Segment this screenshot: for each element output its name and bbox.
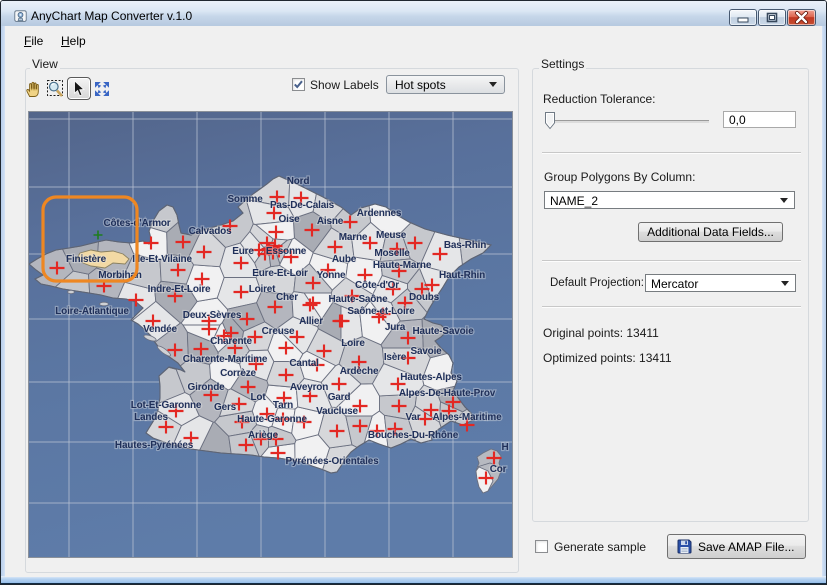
svg-text:Doubs: Doubs: [409, 292, 440, 303]
svg-text:Somme: Somme: [227, 194, 263, 205]
svg-text:Loiret: Loiret: [249, 284, 276, 295]
svg-text:Bas-Rhin: Bas-Rhin: [444, 240, 486, 251]
svg-text:Cantal: Cantal: [289, 358, 319, 369]
svg-text:Haute-Garonne: Haute-Garonne: [237, 414, 307, 425]
svg-text:Vaucluse: Vaucluse: [316, 406, 358, 417]
svg-text:Savoie: Savoie: [410, 346, 442, 357]
svg-text:Hautes-Alpes: Hautes-Alpes: [400, 372, 462, 383]
svg-text:Alpes-Maritime: Alpes-Maritime: [433, 412, 503, 423]
svg-text:Haute-Saône: Haute-Saône: [329, 294, 389, 305]
svg-text:Corrèze: Corrèze: [220, 368, 256, 379]
svg-text:Nord: Nord: [287, 176, 310, 187]
svg-text:Lot-Et-Garonne: Lot-Et-Garonne: [131, 400, 202, 411]
svg-text:Pas-De-Calais: Pas-De-Calais: [270, 200, 335, 211]
svg-text:Oise: Oise: [279, 214, 301, 225]
svg-text:Lot: Lot: [251, 392, 267, 403]
svg-text:Hautes-Pyrénées: Hautes-Pyrénées: [115, 440, 194, 451]
svg-text:Marne: Marne: [339, 232, 368, 243]
svg-text:Aisne: Aisne: [317, 216, 344, 227]
svg-text:Finistère: Finistère: [66, 254, 107, 265]
svg-text:Aveyron: Aveyron: [290, 382, 328, 393]
svg-text:Gers: Gers: [214, 402, 237, 413]
svg-text:Tarn: Tarn: [273, 400, 293, 411]
svg-text:Landes: Landes: [134, 412, 168, 423]
svg-text:Bouches-Du-Rhône: Bouches-Du-Rhône: [368, 430, 459, 441]
svg-text:Allier: Allier: [299, 316, 323, 327]
svg-text:Loire-Atlantique: Loire-Atlantique: [55, 306, 129, 317]
svg-text:Yonne: Yonne: [317, 270, 346, 281]
svg-text:Gard: Gard: [328, 392, 351, 403]
svg-text:Cher: Cher: [276, 292, 298, 303]
svg-text:Aube: Aube: [332, 254, 357, 265]
svg-text:Isère: Isère: [384, 352, 407, 363]
svg-text:Saône-et-Loire: Saône-et-Loire: [347, 306, 415, 317]
svg-text:Côte-d'Or: Côte-d'Or: [355, 280, 399, 291]
svg-text:Ariège: Ariège: [248, 430, 279, 441]
svg-text:Calvados: Calvados: [189, 226, 233, 237]
svg-text:Pyrénées-Orientales: Pyrénées-Orientales: [286, 456, 380, 467]
svg-text:Deux-Sèvres: Deux-Sèvres: [183, 310, 242, 321]
svg-text:Gironde: Gironde: [188, 382, 226, 393]
svg-text:Essonne: Essonne: [266, 246, 307, 257]
svg-text:Ille-Et-Vilaine: Ille-Et-Vilaine: [132, 254, 192, 265]
svg-text:Jura: Jura: [385, 322, 406, 333]
svg-text:Haut-Rhin: Haut-Rhin: [439, 270, 485, 281]
svg-text:Loire: Loire: [341, 338, 365, 349]
svg-text:Haute-Savoie: Haute-Savoie: [413, 326, 475, 337]
svg-text:Ardèche: Ardèche: [340, 366, 379, 377]
svg-text:Haute-Marne: Haute-Marne: [373, 260, 432, 271]
svg-text:Eure: Eure: [232, 246, 254, 257]
svg-text:Cor: Cor: [490, 464, 507, 475]
svg-text:Alpes-De-Haute-Prov: Alpes-De-Haute-Prov: [399, 388, 496, 399]
svg-text:Charente: Charente: [210, 336, 252, 347]
svg-text:Charente-Maritime: Charente-Maritime: [183, 354, 268, 365]
svg-text:Var: Var: [406, 412, 421, 423]
svg-text:Indre-Et-Loire: Indre-Et-Loire: [148, 284, 211, 295]
svg-text:Ardennes: Ardennes: [357, 208, 402, 219]
svg-text:Moselle: Moselle: [374, 248, 410, 259]
svg-text:H: H: [501, 442, 508, 453]
svg-text:Vendée: Vendée: [143, 324, 177, 335]
svg-text:Eure-Et-Loir: Eure-Et-Loir: [252, 268, 308, 279]
svg-text:Meuse: Meuse: [376, 230, 407, 241]
svg-text:Creuse: Creuse: [262, 326, 295, 337]
